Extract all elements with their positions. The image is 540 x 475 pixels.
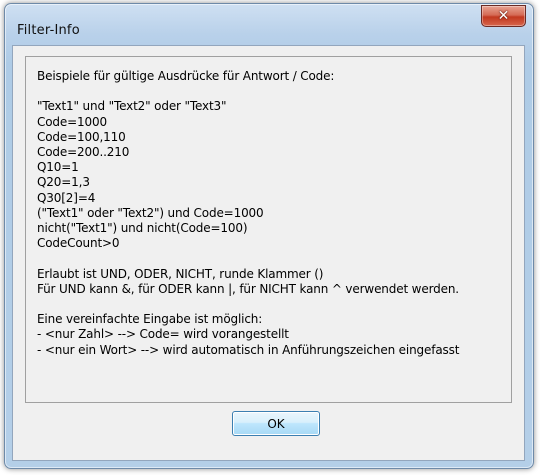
title-bar[interactable]: Filter-Info ✕ <box>5 4 533 44</box>
dialog-body: Beispiele für gültige Ausdrücke für Antw… <box>12 45 525 461</box>
info-text: Beispiele für gültige Ausdrücke für Antw… <box>37 69 507 358</box>
close-icon: ✕ <box>497 8 510 24</box>
info-line <box>37 84 507 99</box>
info-line: Q20=1,3 <box>37 175 90 190</box>
info-line: CodeCount>0 <box>37 236 120 251</box>
info-line: Code=100,110 <box>37 129 126 144</box>
info-line <box>37 251 507 266</box>
info-line: Q10=1 <box>37 160 79 175</box>
info-line: Q30[2]=4 <box>37 190 96 205</box>
info-line: nicht("Text1") und nicht(Code=100) <box>37 221 248 236</box>
dialog-window: Filter-Info ✕ Beispiele für gültige Ausd… <box>4 3 534 469</box>
info-line: Für UND kann &, für ODER kann |, für NIC… <box>37 281 459 296</box>
info-line: Code=200..210 <box>37 145 130 159</box>
info-line: Erlaubt ist UND, ODER, NICHT, runde Klam… <box>37 266 324 281</box>
info-line: ("Text1" oder "Text2") und Code=1000 <box>37 205 264 220</box>
window-title: Filter-Info <box>17 23 80 38</box>
close-button[interactable]: ✕ <box>481 5 526 27</box>
info-line: Eine vereinfachte Eingabe ist möglich: <box>37 312 263 327</box>
info-line: "Text1" und "Text2" oder "Text3" <box>37 99 227 114</box>
ok-button[interactable]: OK <box>232 411 320 436</box>
ok-button-label: OK <box>267 416 285 431</box>
info-line: Beispiele für gültige Ausdrücke für Antw… <box>37 69 335 83</box>
info-line <box>37 297 507 312</box>
info-line: - <nur ein Wort> --> wird automatisch in… <box>37 342 460 357</box>
info-line: Code=1000 <box>37 114 107 129</box>
info-line: - <nur Zahl> --> Code= wird vorangestell… <box>37 327 289 342</box>
info-panel: Beispiele für gültige Ausdrücke für Antw… <box>25 56 512 403</box>
